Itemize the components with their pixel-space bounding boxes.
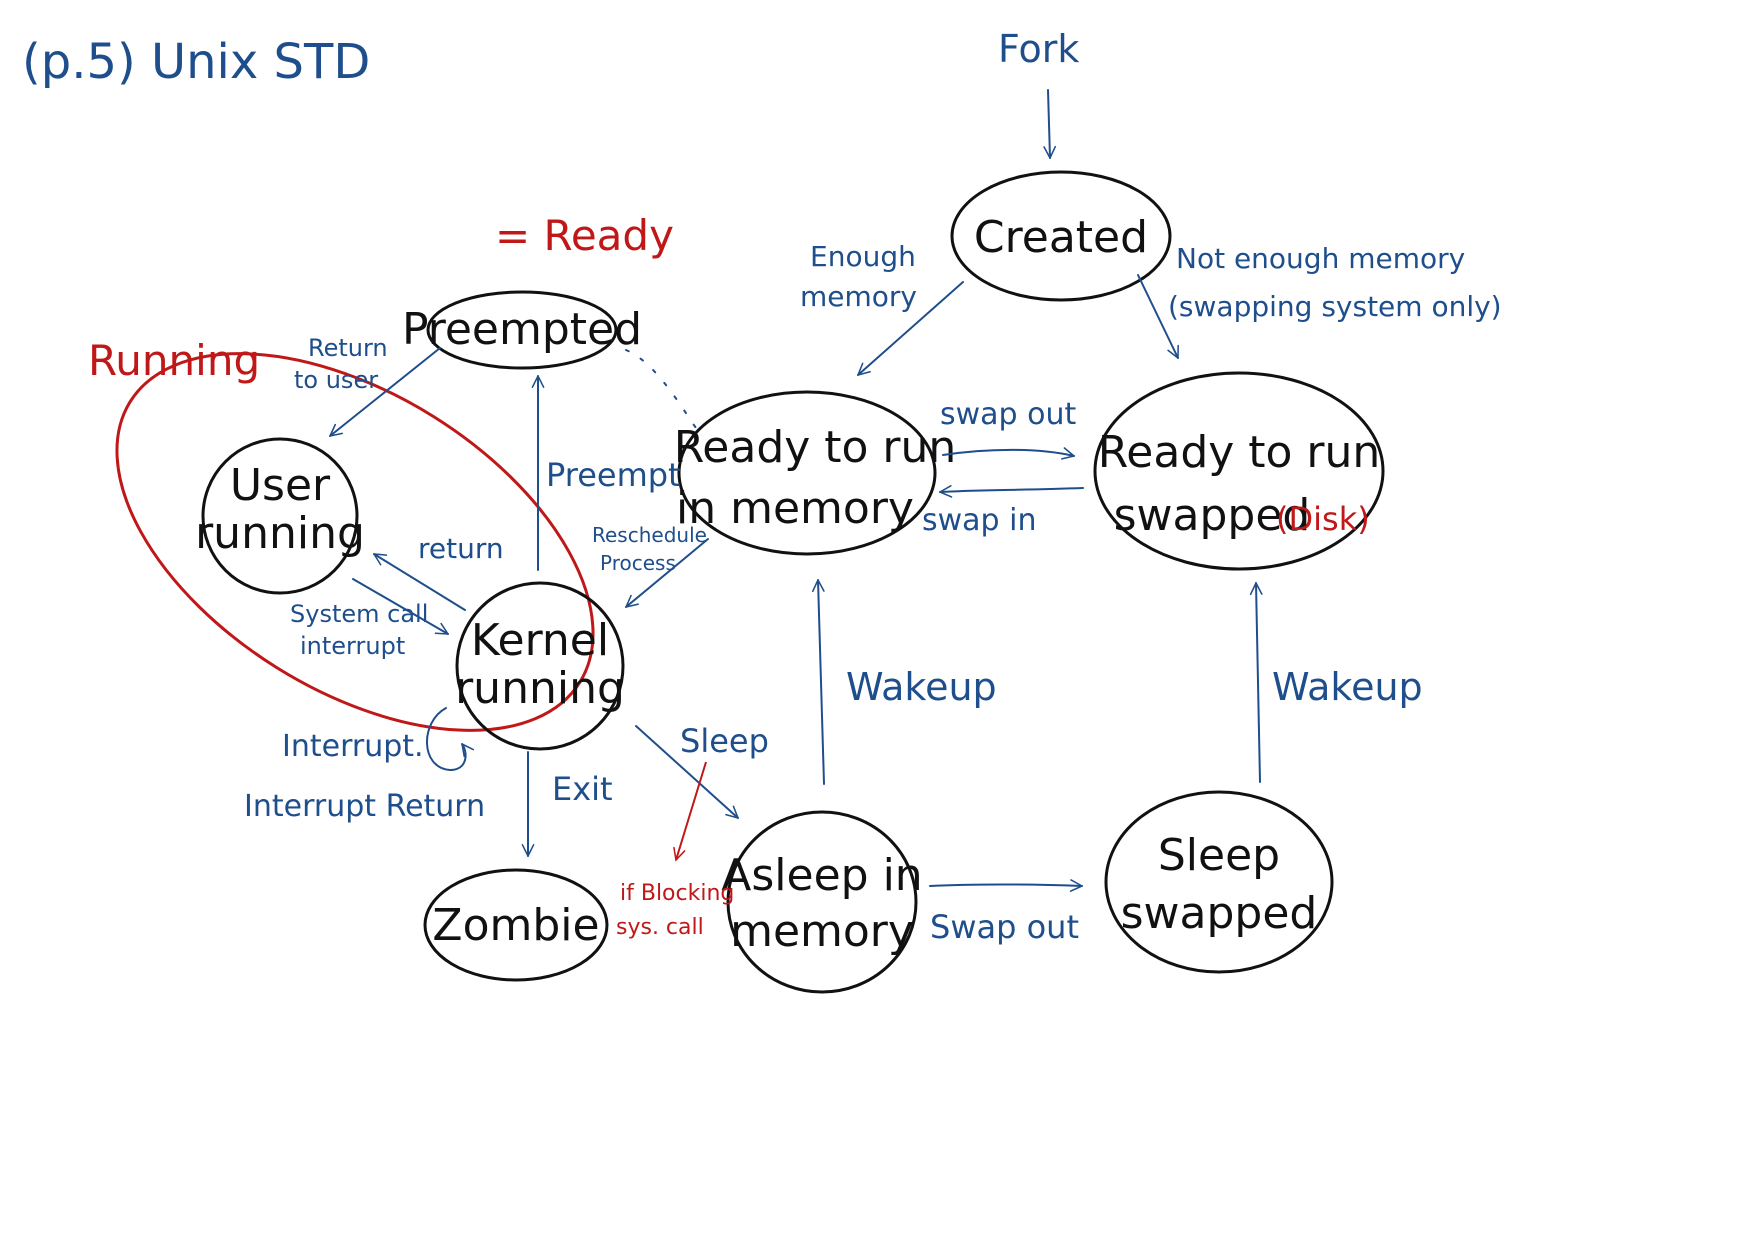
node-kernel-running-line1: Kernel — [471, 615, 609, 666]
node-zombie-label: Zombie — [432, 900, 599, 951]
edge-swap-in — [939, 485, 1084, 498]
node-kernel-running: Kernel running — [455, 581, 625, 751]
edge-fork — [1043, 89, 1057, 159]
node-user-running-line2: running — [195, 508, 365, 559]
label-system-call-line2: interrupt — [300, 632, 405, 660]
node-created-label: Created — [974, 212, 1148, 263]
node-ready-in-memory-line2: in memory — [676, 483, 914, 534]
label-interrupt-return: Interrupt Return — [244, 789, 485, 824]
node-preempted: Preempted — [402, 290, 642, 370]
edge-wakeup-right — [1249, 582, 1263, 783]
node-kernel-running-line2: running — [455, 663, 625, 714]
node-user-running-line1: User — [230, 460, 331, 511]
label-swap-in: swap in — [922, 503, 1036, 538]
label-enough-memory-line1: Enough — [810, 240, 916, 273]
edge-wakeup-left — [811, 579, 825, 785]
edge-interrupt-loop — [426, 707, 474, 771]
node-asleep-in-memory-line1: Asleep in — [721, 850, 922, 901]
node-asleep-in-memory-line2: memory — [730, 906, 914, 957]
label-not-enough-memory-line1: Not enough memory — [1176, 242, 1465, 275]
label-enough-memory-line2: memory — [800, 280, 917, 313]
node-sleep-swapped-line2: swapped — [1121, 888, 1318, 939]
node-ready-swapped-line1: Ready to run — [1098, 427, 1381, 478]
edge-preempted-dotted-link — [625, 349, 697, 429]
state-diagram-canvas: (p.5) Unix STD Running = Ready User runn… — [22, 27, 1502, 994]
label-interrupt: Interrupt. — [282, 729, 424, 764]
label-exit: Exit — [552, 770, 613, 808]
label-return: return — [418, 532, 504, 565]
node-ready-swapped: Ready to run swapped (Disk) — [1093, 371, 1385, 571]
page-title: (p.5) Unix STD — [22, 34, 370, 90]
label-not-enough-memory-line2: (swapping system only) — [1168, 290, 1502, 323]
label-sleep: Sleep — [680, 722, 769, 760]
label-wakeup-left: Wakeup — [846, 665, 997, 709]
node-asleep-in-memory: Asleep in memory — [721, 810, 923, 994]
edge-swap-out-top — [942, 447, 1075, 460]
label-swap-out-top: swap out — [940, 397, 1076, 432]
node-ready-in-memory-line1: Ready to run — [674, 422, 957, 473]
label-if-blocking-line2: sys. call — [616, 915, 704, 940]
label-swap-out-bottom: Swap out — [930, 908, 1079, 946]
running-group-label: Running — [88, 336, 260, 385]
node-zombie: Zombie — [423, 868, 609, 982]
node-user-running: User running — [195, 437, 365, 595]
node-ready-in-memory: Ready to run in memory — [674, 390, 957, 556]
ready-group-label: = Ready — [495, 211, 674, 260]
label-if-blocking-line1: if Blocking — [620, 881, 734, 906]
label-reschedule-process-line2: Process — [600, 551, 676, 575]
node-ready-swapped-disk-note: (Disk) — [1276, 500, 1370, 538]
label-return-to-user-line1: Return — [308, 334, 388, 362]
label-return-to-user-line2: to user — [294, 366, 378, 394]
node-sleep-swapped: Sleep swapped — [1104, 790, 1334, 974]
node-sleep-swapped-line1: Sleep — [1158, 830, 1280, 881]
node-preempted-label: Preempted — [402, 304, 642, 355]
label-wakeup-right: Wakeup — [1272, 665, 1423, 709]
label-preempt: Preempt — [546, 456, 681, 494]
label-reschedule-process-line1: Reschedule — [592, 523, 707, 547]
label-fork: Fork — [998, 27, 1079, 71]
label-system-call-line1: System call — [290, 600, 428, 628]
edge-swap-out-bottom — [929, 879, 1083, 892]
node-created: Created — [950, 170, 1172, 302]
